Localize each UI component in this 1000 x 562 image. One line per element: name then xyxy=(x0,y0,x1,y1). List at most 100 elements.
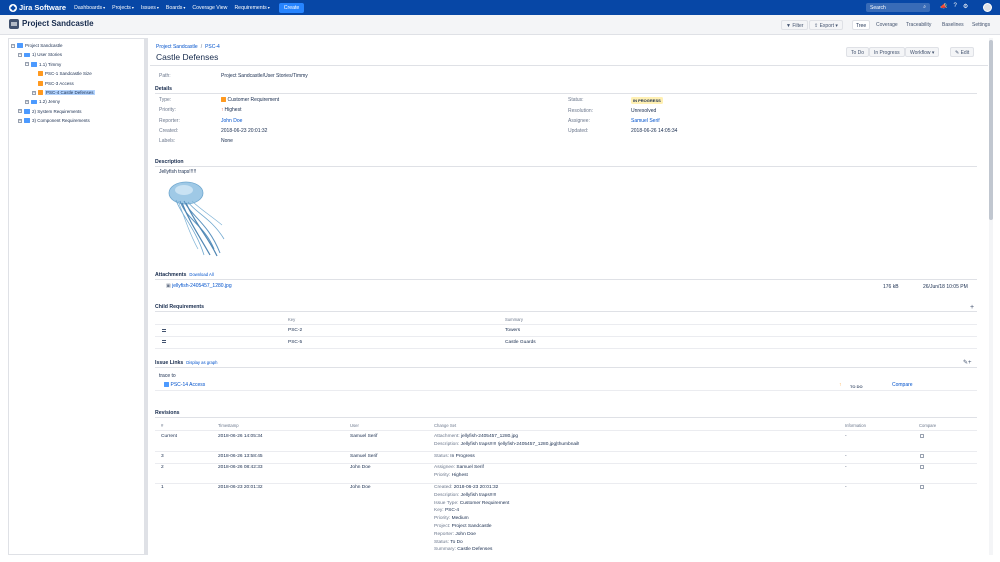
scrollbar-thumb[interactable] xyxy=(989,40,993,220)
attachment-link[interactable]: jellyfish-2405457_1280.jpg xyxy=(172,283,232,289)
folder-icon xyxy=(24,118,30,123)
tree-node[interactable]: + PSC-4 Castle Defenses xyxy=(32,88,95,97)
compare-link[interactable]: Compare xyxy=(892,382,913,388)
tab-coverage[interactable]: Coverage xyxy=(873,20,901,30)
assignee-label: Assignee: xyxy=(568,118,590,124)
display-as-graph-link[interactable]: Display as graph xyxy=(186,360,217,365)
tree-node-label: 1) User Stories xyxy=(32,52,63,58)
type-value: Customer Requirement xyxy=(221,97,279,103)
tab-tree[interactable]: Tree xyxy=(852,20,871,30)
tab-baselines[interactable]: Baselines xyxy=(939,20,967,30)
revision-number[interactable]: Current xyxy=(161,434,177,439)
status-label: Status: xyxy=(568,97,584,103)
row-divider xyxy=(155,482,977,484)
settings-icon[interactable]: ⚙ xyxy=(963,3,968,10)
rev-user-header: User xyxy=(350,423,359,428)
nav-issues[interactable]: Issues▾ xyxy=(141,5,159,11)
change-value: Medium xyxy=(451,516,469,522)
notifications-icon[interactable]: 📣 xyxy=(940,3,947,10)
edit-button[interactable]: ✎ Edit xyxy=(950,47,975,57)
compare-checkbox[interactable] xyxy=(920,485,924,489)
collapse-icon[interactable]: − xyxy=(11,43,15,48)
add-child-icon[interactable]: + xyxy=(970,304,974,311)
user-avatar[interactable] xyxy=(983,3,992,12)
collapse-icon[interactable]: − xyxy=(18,52,22,57)
expand-icon[interactable]: + xyxy=(32,90,36,95)
resolution-label: Resolution: xyxy=(568,108,594,114)
nav-coverage-view[interactable]: Coverage View xyxy=(192,5,227,11)
to-do-button[interactable]: To Do xyxy=(846,47,870,57)
export-button[interactable]: ⇪ Export ▾ xyxy=(809,20,843,30)
expand-icon[interactable]: + xyxy=(25,99,29,104)
revision-user-link[interactable]: Samuel Serif xyxy=(350,434,377,439)
child-key[interactable]: PSC-2 xyxy=(288,328,302,333)
child-key[interactable]: PSC-5 xyxy=(288,340,302,345)
project-title: Project Sandcastle xyxy=(22,19,94,28)
tree-node-label: 2) System Requirements xyxy=(32,108,82,114)
nav-projects[interactable]: Projects▾ xyxy=(112,5,134,11)
breadcrumb-issue[interactable]: PSC-4 xyxy=(205,44,220,50)
tree-node[interactable]: − 1) User Stories xyxy=(18,50,62,59)
filter-button[interactable]: ▼ Filter xyxy=(781,20,809,30)
tree-node[interactable]: − 1.1) Timmy xyxy=(25,60,61,69)
child-summary: Castle Guards xyxy=(505,340,536,345)
change-value: Samuel Serif xyxy=(456,465,484,471)
folder-icon xyxy=(31,62,37,67)
revisions-heading: Revisions xyxy=(155,410,180,416)
change-value: Jellyfish traps!!!!! !jellyfish-2405457_… xyxy=(460,441,580,447)
nav-requirements[interactable]: Requirements▾ xyxy=(234,5,269,11)
requirement-type-icon xyxy=(221,97,226,102)
tree-node[interactable]: PSC-1 Sandcastle Size xyxy=(32,69,92,78)
tree-node[interactable]: − Project Sandcastle xyxy=(11,41,63,50)
description-heading: Description xyxy=(155,159,184,165)
tree-node-label: PSC-3 Access xyxy=(45,80,74,86)
reporter-link[interactable]: John Doe xyxy=(221,118,242,124)
tree-node[interactable]: +3) Component Requirements xyxy=(18,116,90,125)
chevron-down-icon: ▾ xyxy=(156,4,159,10)
change-entry: Attachment: jellyfish-2405457_1280.jpg xyxy=(434,434,518,439)
nav-dashboards[interactable]: Dashboards▾ xyxy=(74,5,105,11)
change-entry: Key: PSC-4 xyxy=(434,508,459,513)
collapse-icon[interactable]: − xyxy=(25,62,29,67)
tab-traceability[interactable]: Traceability xyxy=(903,20,934,30)
link-type-label: trace to xyxy=(159,373,176,379)
chevron-down-icon: ▾ xyxy=(183,4,186,10)
type-label: Type: xyxy=(159,97,172,103)
drag-handle-icon[interactable] xyxy=(162,329,166,332)
jira-logo[interactable]: Jira Software xyxy=(9,3,66,12)
help-icon[interactable]: ? xyxy=(953,3,956,10)
breadcrumb-project[interactable]: Project Sandcastle xyxy=(156,44,198,50)
jellyfish-thumbnail[interactable] xyxy=(160,179,228,257)
child-summary: Towers xyxy=(505,328,521,333)
compare-checkbox[interactable] xyxy=(920,453,924,458)
priority-value: ↑Highest xyxy=(221,107,242,113)
linked-issue-type-icon xyxy=(164,382,169,387)
linked-issue-link[interactable]: PSC-14 Access xyxy=(171,382,206,388)
compare-checkbox[interactable] xyxy=(920,434,924,438)
assignee-link[interactable]: Samuel Serif xyxy=(631,118,660,124)
revision-user-link[interactable]: Samuel Serif xyxy=(350,454,377,459)
in-progress-button[interactable]: In Progress xyxy=(869,47,905,57)
expand-icon[interactable]: + xyxy=(18,109,22,114)
download-all-link[interactable]: Download All xyxy=(189,272,213,277)
revision-user-link[interactable]: John Doe xyxy=(350,485,371,490)
change-value: PSC-4 xyxy=(444,508,460,514)
tab-settings[interactable]: Settings xyxy=(969,20,993,30)
panel-splitter[interactable] xyxy=(145,38,148,555)
tree-node[interactable]: +1.2) Jenny xyxy=(25,97,60,106)
link-add-icon[interactable]: ✎+ xyxy=(963,359,972,366)
search-input[interactable]: Search ⌕ xyxy=(866,3,930,12)
change-entry: Status: In Progress xyxy=(434,454,475,459)
tree-node[interactable]: +2) System Requirements xyxy=(18,107,82,116)
requirements-tree: − Project Sandcastle −1) User Stories −1.1)… xyxy=(8,38,145,555)
create-button[interactable]: Create xyxy=(278,2,305,13)
tree-node-label: 3) Component Requirements xyxy=(32,118,90,124)
compare-checkbox[interactable] xyxy=(920,465,924,470)
drag-handle-icon[interactable] xyxy=(162,340,166,343)
revision-user-link[interactable]: John Doe xyxy=(350,465,371,470)
tree-node[interactable]: PSC-3 Access xyxy=(32,79,74,88)
nav-boards[interactable]: Boards▾ xyxy=(166,5,185,11)
revision-information: - xyxy=(845,465,847,471)
workflow-button[interactable]: Workflow ▾ xyxy=(905,47,940,57)
expand-icon[interactable]: + xyxy=(18,118,22,123)
